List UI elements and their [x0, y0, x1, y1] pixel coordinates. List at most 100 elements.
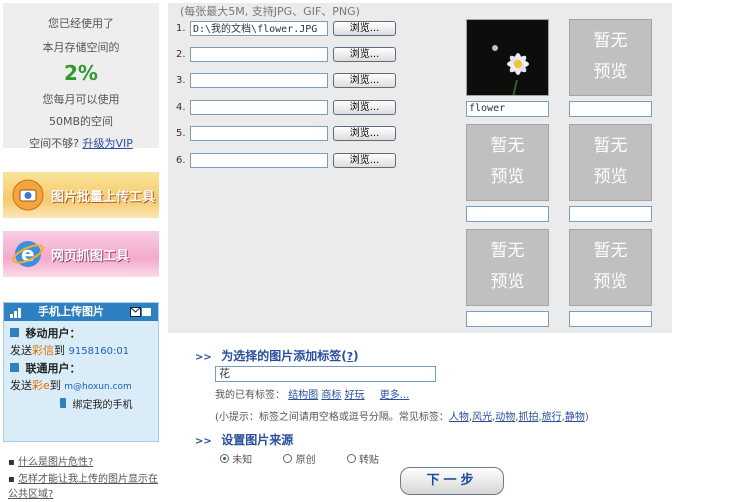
bind-phone-link[interactable]: 绑定我的手机	[73, 400, 133, 411]
preview-caption-input[interactable]	[569, 206, 652, 222]
tag-input[interactable]: 花	[215, 366, 436, 382]
tag-tip-close: )	[584, 412, 589, 423]
ie-logo-icon: e	[11, 237, 45, 271]
mobile-upload-header: 手机上传图片	[4, 303, 158, 321]
unicom-to-label: 到	[49, 379, 61, 392]
tags-section-header: >> 为选择的图片添加标签(?)	[195, 347, 359, 364]
mobile-upload-box: 手机上传图片 移动用户： 发送彩信到 9158160:01 联通用户： 发送彩e…	[3, 302, 159, 442]
no-preview-line2: 预览	[490, 272, 525, 292]
browse-button[interactable]: 浏览...	[333, 21, 396, 36]
preview-placeholder: 暂无 预览	[466, 229, 549, 306]
phone-icon	[60, 398, 66, 408]
common-tag-link[interactable]: 抓拍	[518, 412, 538, 423]
unicom-users-line: 联通用户：	[10, 360, 152, 377]
radio-button-selected[interactable]	[220, 454, 229, 463]
camera-icon	[11, 178, 45, 212]
bind-phone-line: 绑定我的手机	[10, 396, 152, 414]
file-path-input[interactable]: D:\我的文档\flower.JPG	[190, 21, 328, 36]
unicom-badge-icon	[10, 363, 19, 372]
storage-upgrade-line: 空间不够? 升级为VIP	[3, 135, 159, 151]
mobile-upload-title: 手机上传图片	[38, 305, 104, 318]
double-arrow-icon: >>	[195, 436, 212, 447]
no-preview-line1: 暂无	[490, 136, 525, 156]
row-number: 2.	[176, 49, 186, 60]
browse-button[interactable]: 浏览...	[333, 47, 396, 62]
source-option-repost[interactable]: 转贴	[346, 454, 379, 466]
next-step-button[interactable]: 下一步	[400, 467, 504, 495]
web-grab-tool-label: 网页抓图工具	[51, 249, 130, 264]
preview-caption-input[interactable]	[569, 311, 652, 327]
existing-tag-link[interactable]: 好玩	[345, 390, 365, 401]
batch-upload-tool-label: 图片批量上传工具	[51, 190, 156, 205]
source-option-label: 转贴	[358, 455, 379, 466]
no-preview-line1: 暂无	[593, 241, 628, 261]
row-number: 3.	[176, 75, 186, 86]
row-number: 6.	[176, 155, 186, 166]
unicom-mms-label: 彩e	[32, 379, 50, 392]
existing-tags-line: 我的已有标签： 结构图 商标 好玩 更多...	[215, 386, 409, 401]
unicom-users-label: 联通用户：	[25, 362, 81, 375]
browse-button[interactable]: 浏览...	[333, 73, 396, 88]
source-radio-group: 未知 原创 转贴	[220, 451, 379, 466]
batch-upload-tool-banner[interactable]: 图片批量上传工具	[3, 172, 159, 218]
preview-placeholder: 暂无 预览	[569, 19, 652, 96]
tag-tip-line: (小提示：标签之间请用空格或逗号分隔。常见标签：人物,风光,动物,抓拍,旅行,静…	[215, 412, 589, 423]
source-section-title: 设置图片来源	[221, 433, 294, 447]
row-number: 4.	[176, 102, 186, 113]
preview-placeholder: 暂无 预览	[569, 124, 652, 201]
mobile-send-prefix: 发送	[10, 344, 32, 357]
browse-button[interactable]: 浏览...	[333, 153, 396, 168]
mobile-to-label: 到	[54, 344, 65, 357]
more-tags-link[interactable]: 更多...	[380, 390, 410, 401]
browse-button[interactable]: 浏览...	[333, 100, 396, 115]
mobile-send-line: 发送彩信到 9158160:01	[10, 342, 152, 360]
radio-button[interactable]	[346, 454, 356, 463]
file-path-input[interactable]	[190, 73, 328, 88]
common-tag-link[interactable]: 风光	[472, 412, 492, 423]
tags-section-title: 为选择的图片添加标签	[221, 349, 342, 363]
existing-tags-label: 我的已有标签：	[215, 390, 285, 401]
common-tag-link[interactable]: 动物	[495, 412, 515, 423]
no-preview-line1: 暂无	[593, 136, 628, 156]
signal-icon	[10, 306, 30, 324]
file-path-input[interactable]	[190, 153, 328, 168]
row-number: 5.	[176, 128, 186, 139]
source-section-header: >> 设置图片来源	[195, 431, 293, 448]
double-arrow-icon: >>	[195, 352, 212, 363]
preview-caption-input[interactable]: flower	[466, 101, 549, 117]
faq-link-2[interactable]: 怎样才能让我上传的图片显示在公共区域?	[8, 474, 158, 500]
file-path-input[interactable]	[190, 47, 328, 62]
common-tag-link[interactable]: 旅行	[542, 412, 562, 423]
storage-usage-box: 您已经使用了 本月存储空间的 2% 您每月可以使用 50MB的空间 空间不够? …	[3, 3, 159, 151]
faq-link-1[interactable]: 什么是图片危性?	[18, 457, 93, 468]
mobile-badge-icon	[10, 328, 19, 337]
help-paren-close: )	[353, 349, 359, 363]
storage-space-prompt: 空间不够?	[29, 137, 79, 150]
preview-image-flower	[466, 19, 549, 96]
tag-tip-text: (小提示：标签之间请用空格或逗号分隔。常见标签：	[215, 412, 449, 423]
storage-line-month: 本月存储空间的	[42, 41, 120, 54]
existing-tag-link[interactable]: 结构图	[288, 390, 318, 401]
radio-button[interactable]	[283, 454, 293, 463]
mobile-users-label: 移动用户：	[25, 327, 81, 340]
source-option-label: 未知	[232, 455, 253, 466]
file-path-input[interactable]	[190, 100, 328, 115]
browse-button[interactable]: 浏览...	[333, 126, 396, 141]
preview-caption-input[interactable]	[466, 206, 549, 222]
faq-item: ▪ 什么是图片危性?	[8, 457, 94, 468]
existing-tag-link[interactable]: 商标	[321, 390, 341, 401]
faq-list: ▪ 什么是图片危性? ▪ 怎样才能让我上传的图片显示在公共区域?	[8, 455, 158, 502]
preview-caption-input[interactable]	[569, 101, 652, 117]
no-preview-line2: 预览	[593, 272, 628, 292]
common-tag-link[interactable]: 静物	[565, 412, 585, 423]
file-path-input[interactable]	[190, 126, 328, 141]
source-option-unknown[interactable]: 未知	[220, 454, 253, 466]
web-grab-tool-banner[interactable]: e 网页抓图工具	[3, 231, 159, 277]
upgrade-vip-link[interactable]: 升级为VIP	[82, 137, 132, 150]
preview-caption-input[interactable]	[466, 311, 549, 327]
preview-placeholder: 暂无 预览	[466, 124, 549, 201]
mobile-users-line: 移动用户：	[10, 325, 152, 342]
common-tag-link[interactable]: 人物	[449, 412, 469, 423]
source-option-original[interactable]: 原创	[283, 454, 316, 466]
upload-limit-note: (每张最大5M, 支持JPG、GIF、PNG)	[180, 5, 360, 18]
